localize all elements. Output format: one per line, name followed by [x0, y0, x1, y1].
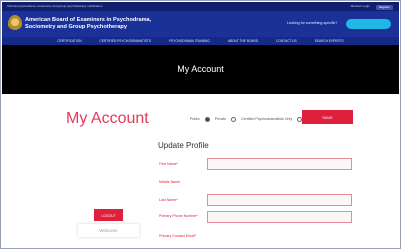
member-login-link[interactable]: Member Login	[351, 2, 370, 11]
nav-item-contact-us[interactable]: CONTACT US	[276, 37, 296, 45]
welcome-card: Welcome	[78, 224, 139, 237]
board-logo-icon[interactable]	[8, 15, 22, 33]
register-link[interactable]: Register	[375, 5, 393, 10]
last-name-field[interactable]	[207, 194, 352, 206]
first-name-field[interactable]	[207, 158, 352, 170]
site-header: American Board of Examiners in Psychodra…	[2, 11, 399, 37]
privacy-options: Public Private Certified Psychodramatist…	[190, 116, 303, 122]
nav-item-about-the-board[interactable]: ABOUT THE BOARD	[228, 37, 258, 45]
primary-phone-field[interactable]	[207, 211, 352, 223]
privacy-public-label: Public	[190, 117, 200, 121]
privacy-private-label: Private	[214, 117, 226, 121]
logout-button[interactable]: LOGOUT	[94, 209, 123, 221]
save-button[interactable]: SAVE	[302, 110, 353, 124]
organization-name[interactable]: American Board of Examiners in Psychodra…	[25, 17, 175, 31]
privacy-public-radio[interactable]	[204, 116, 210, 122]
top-utility-text: Clinical psychodrama, sociometry and gro…	[7, 4, 103, 8]
primary-email-label: Primary Contact Email*	[159, 234, 197, 238]
update-profile-heading: Update Profile	[158, 141, 209, 150]
account-content: My Account Public Private Certified Psyc…	[2, 94, 399, 247]
nav-item-certified-psychodramatists[interactable]: CERTIFIED PSYCHODRAMATISTS	[100, 37, 151, 45]
privacy-certified-only-label: Certified Psychodramatists Only	[240, 117, 293, 121]
last-name-label: Last Name*	[159, 198, 178, 202]
nav-item-certification[interactable]: CERTIFICATION	[57, 37, 81, 45]
banner-title: My Account	[177, 64, 224, 74]
middle-name-label: Middle Name	[159, 180, 181, 184]
page-title: My Account	[66, 110, 149, 127]
nav-item-search-experts[interactable]: SEARCH EXPERTS	[315, 37, 344, 45]
search-button[interactable]	[346, 19, 391, 29]
nav-item-psychodrama-training[interactable]: PSYCHODRAMA TRAINING	[169, 37, 210, 45]
privacy-private-radio[interactable]	[230, 116, 236, 122]
page-banner: My Account	[2, 45, 399, 94]
primary-phone-label: Primary Phone Number*	[159, 214, 198, 218]
help-text: Looking for something specific?	[287, 21, 338, 25]
first-name-label: First Name*	[159, 162, 178, 166]
main-navigation: CERTIFICATION CERTIFIED PSYCHODRAMATISTS…	[2, 37, 399, 45]
top-utility-bar: Clinical psychodrama, sociometry and gro…	[2, 2, 399, 11]
